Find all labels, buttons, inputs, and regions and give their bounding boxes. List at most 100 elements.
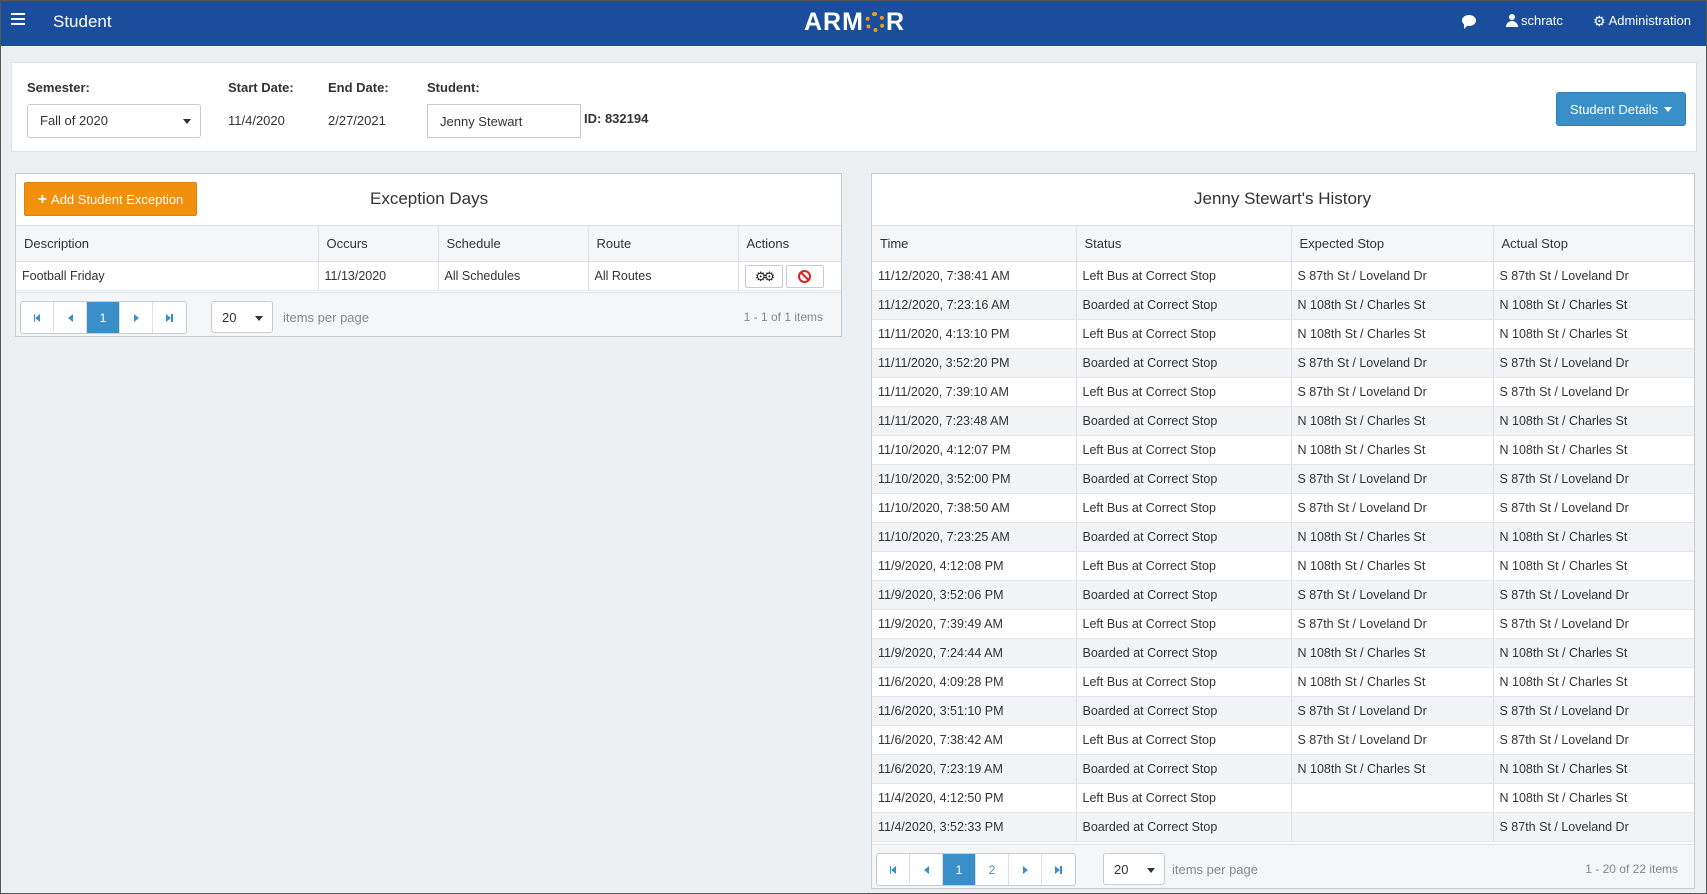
history-time: 11/9/2020, 7:39:49 AM <box>872 609 1077 639</box>
student-details-button[interactable]: Student Details <box>1556 92 1686 126</box>
page-size-value: 20 <box>222 310 237 325</box>
table-row[interactable]: 11/9/2020, 7:39:49 AM Left Bus at Correct… <box>872 609 1694 639</box>
column-header[interactable]: Expected Stop <box>1291 225 1494 262</box>
page-1-button[interactable]: 1 <box>943 854 976 885</box>
history-actual-stop: S 87th St / Loveland Dr <box>1493 725 1694 755</box>
table-row[interactable]: 11/4/2020, 3:52:33 PM Boarded at Correct … <box>872 812 1694 842</box>
column-header[interactable]: Actual Stop <box>1493 225 1694 262</box>
history-actual-stop: N 108th St / Charles St <box>1493 783 1694 813</box>
table-row[interactable]: 11/4/2020, 4:12:50 PM Left Bus at Correct… <box>872 783 1694 813</box>
student-input[interactable] <box>427 104 581 138</box>
column-header[interactable]: Time <box>872 225 1077 262</box>
table-row[interactable]: 11/6/2020, 7:23:19 AM Boarded at Correct … <box>872 754 1694 784</box>
hamburger-icon[interactable] <box>11 13 25 27</box>
first-page-button[interactable] <box>877 854 910 885</box>
last-page-button[interactable] <box>1042 854 1075 885</box>
chat-icon[interactable] <box>1462 15 1476 29</box>
page-1-button[interactable]: 1 <box>87 302 120 333</box>
next-page-button[interactable] <box>1009 854 1042 885</box>
exception-days-title: Exception Days <box>370 189 489 208</box>
items-per-page-label: items per page <box>1172 862 1258 877</box>
armor-logo: ARM R <box>804 8 905 36</box>
history-expected-stop: S 87th St / Loveland Dr <box>1291 464 1494 494</box>
history-status: Left Bus at Correct Stop <box>1076 435 1292 465</box>
table-row[interactable]: 11/11/2020, 4:13:10 PM Left Bus at Correc… <box>872 319 1694 349</box>
history-title: Jenny Stewart's History <box>1194 189 1372 208</box>
column-header[interactable]: Schedule <box>438 225 589 262</box>
table-row[interactable]: 11/12/2020, 7:38:41 AM Left Bus at Correc… <box>872 261 1694 291</box>
table-row[interactable]: Football Friday 11/13/2020 All Schedules… <box>16 261 841 291</box>
history-actual-stop: N 108th St / Charles St <box>1493 667 1694 697</box>
table-row[interactable]: 11/9/2020, 3:52:06 PM Boarded at Correct … <box>872 580 1694 610</box>
user-name: schratc <box>1521 13 1563 28</box>
column-header[interactable]: Description <box>16 225 319 262</box>
history-expected-stop: S 87th St / Loveland Dr <box>1291 609 1494 639</box>
history-actual-stop: S 87th St / Loveland Dr <box>1493 348 1694 378</box>
exception-actions: ⚙⚙ <box>738 261 841 291</box>
first-page-button[interactable] <box>21 302 54 333</box>
items-count: 1 - 1 of 1 items <box>743 310 823 324</box>
caret-down-icon <box>1664 106 1673 112</box>
user-icon <box>1506 14 1518 27</box>
history-time: 11/4/2020, 3:52:33 PM <box>872 812 1077 842</box>
history-time: 11/6/2020, 7:38:42 AM <box>872 725 1077 755</box>
semester-value: Fall of 2020 <box>40 113 108 128</box>
last-page-button[interactable] <box>153 302 186 333</box>
column-header[interactable]: Route <box>588 225 739 262</box>
history-status: Boarded at Correct Stop <box>1076 348 1292 378</box>
table-row[interactable]: 11/11/2020, 7:23:48 AM Boarded at Correct… <box>872 406 1694 436</box>
table-row[interactable]: 11/6/2020, 7:38:42 AM Left Bus at Correct… <box>872 725 1694 755</box>
table-row[interactable]: 11/11/2020, 3:52:20 PM Boarded at Correct… <box>872 348 1694 378</box>
history-time: 11/12/2020, 7:23:16 AM <box>872 290 1077 320</box>
gears-icon: ⚙⚙ <box>754 268 775 284</box>
chevron-down-icon <box>255 316 263 321</box>
semester-select[interactable]: Fall of 2020 <box>27 104 201 138</box>
top-navbar: Student ARM R schratc ⚙ Administration <box>1 1 1706 46</box>
column-header[interactable]: Status <box>1076 225 1292 262</box>
page-size-select[interactable]: 20 <box>1103 853 1165 885</box>
history-actual-stop: N 108th St / Charles St <box>1493 435 1694 465</box>
history-pager-bar: 1 2 20 items per page 1 - 20 of 22 items <box>872 844 1694 888</box>
history-status: Left Bus at Correct Stop <box>1076 319 1292 349</box>
page-2-button[interactable]: 2 <box>976 854 1009 885</box>
table-row[interactable]: 11/6/2020, 4:09:28 PM Left Bus at Correct… <box>872 667 1694 697</box>
history-time: 11/6/2020, 7:23:19 AM <box>872 754 1077 784</box>
table-row[interactable]: 11/6/2020, 3:51:10 PM Boarded at Correct … <box>872 696 1694 726</box>
history-expected-stop <box>1291 783 1494 813</box>
history-actual-stop: N 108th St / Charles St <box>1493 290 1694 320</box>
plus-icon: + <box>37 190 48 208</box>
edit-exception-button[interactable]: ⚙⚙ <box>744 264 783 288</box>
table-row[interactable]: 11/12/2020, 7:23:16 AM Boarded at Correct… <box>872 290 1694 320</box>
table-row[interactable]: 11/9/2020, 7:24:44 AM Boarded at Correct … <box>872 638 1694 668</box>
table-row[interactable]: 11/11/2020, 7:39:10 AM Left Bus at Correc… <box>872 377 1694 407</box>
column-header[interactable]: Occurs <box>318 225 439 262</box>
user-menu[interactable]: schratc <box>1506 13 1563 28</box>
delete-exception-button[interactable] <box>785 264 824 288</box>
table-row[interactable]: 11/10/2020, 3:52:00 PM Boarded at Correct… <box>872 464 1694 494</box>
page-size-value: 20 <box>1114 862 1129 877</box>
end-date-label: End Date: <box>328 80 389 95</box>
history-status: Left Bus at Correct Stop <box>1076 551 1292 581</box>
prev-page-icon <box>67 313 73 322</box>
table-row[interactable]: 11/10/2020, 4:12:07 PM Left Bus at Correc… <box>872 435 1694 465</box>
history-status: Boarded at Correct Stop <box>1076 696 1292 726</box>
add-student-exception-button[interactable]: + Add Student Exception <box>24 182 197 216</box>
gears-icon: ⚙ <box>1593 12 1606 29</box>
history-status: Boarded at Correct Stop <box>1076 522 1292 552</box>
table-row[interactable]: 11/10/2020, 7:23:25 AM Boarded at Correct… <box>872 522 1694 552</box>
next-page-button[interactable] <box>120 302 153 333</box>
history-actual-stop: S 87th St / Loveland Dr <box>1493 609 1694 639</box>
administration-menu[interactable]: ⚙ Administration <box>1593 13 1691 28</box>
history-status: Boarded at Correct Stop <box>1076 290 1292 320</box>
page-size-select[interactable]: 20 <box>211 301 273 333</box>
history-time: 11/10/2020, 7:38:50 AM <box>872 493 1077 523</box>
pagination: 1 <box>20 301 187 334</box>
history-actual-stop: N 108th St / Charles St <box>1493 406 1694 436</box>
history-expected-stop: S 87th St / Loveland Dr <box>1291 261 1494 291</box>
history-status: Left Bus at Correct Stop <box>1076 377 1292 407</box>
table-row[interactable]: 11/10/2020, 7:38:50 AM Left Bus at Correc… <box>872 493 1694 523</box>
table-row[interactable]: 11/9/2020, 4:12:08 PM Left Bus at Correct… <box>872 551 1694 581</box>
prev-page-button[interactable] <box>54 302 87 333</box>
history-time: 11/11/2020, 7:39:10 AM <box>872 377 1077 407</box>
prev-page-button[interactable] <box>910 854 943 885</box>
